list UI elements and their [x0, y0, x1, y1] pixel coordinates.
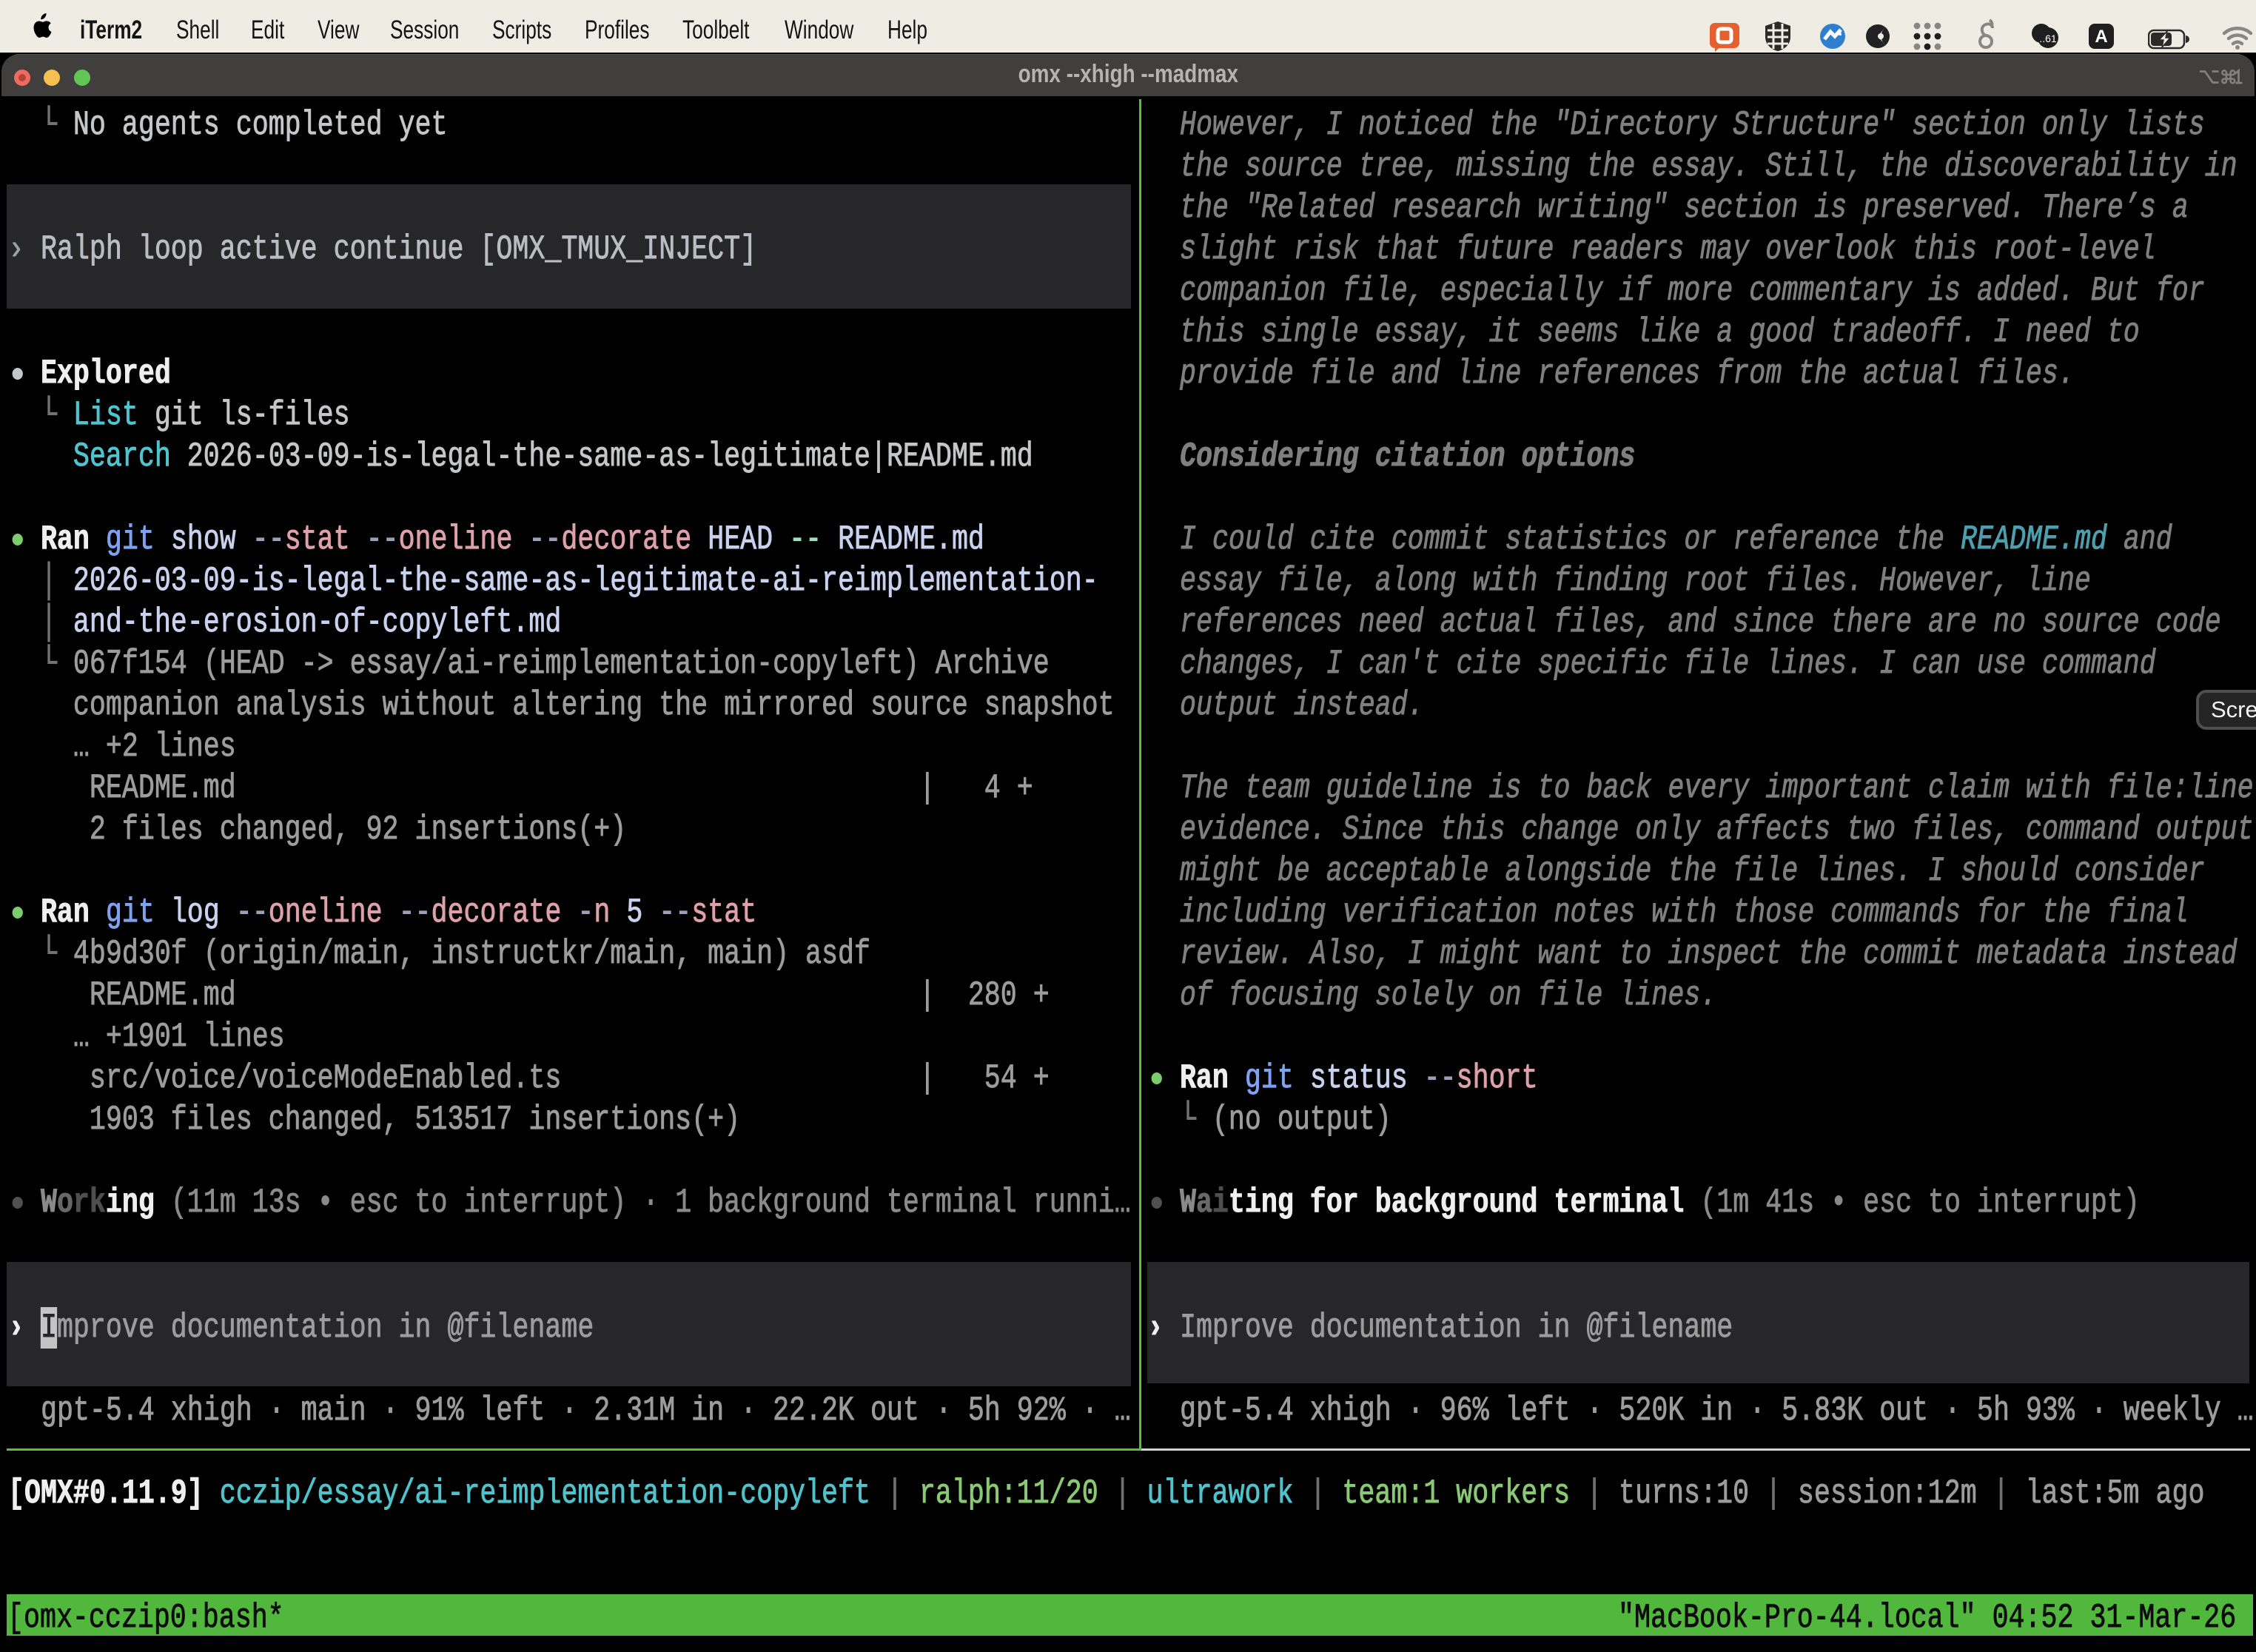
svg-text:..61: ..61 — [2039, 33, 2057, 44]
svg-text:A: A — [2095, 27, 2107, 47]
